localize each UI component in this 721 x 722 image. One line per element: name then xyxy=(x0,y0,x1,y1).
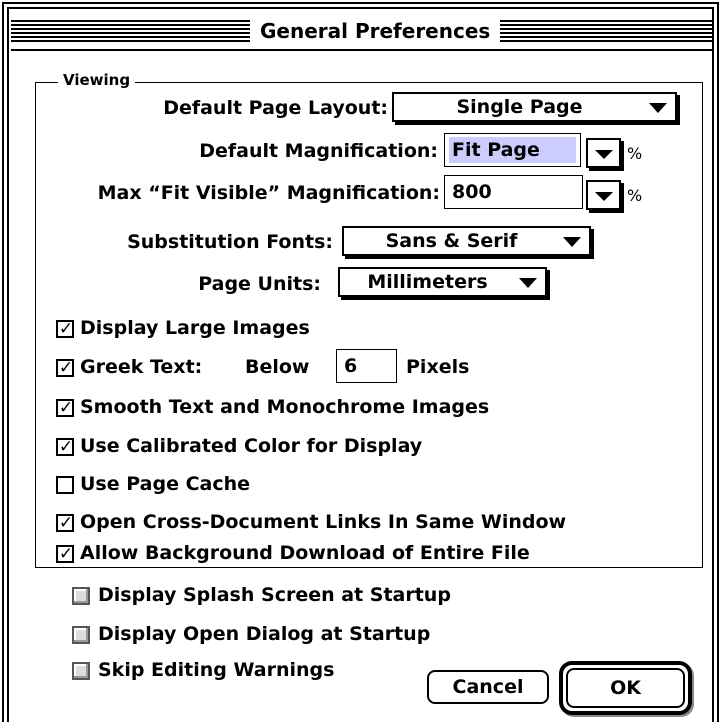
calibrated-color-checkbox[interactable]: ✓ xyxy=(56,437,74,457)
general-preferences-dialog: General Preferences Viewing Default Page… xyxy=(0,0,721,722)
chevron-down-icon xyxy=(649,103,667,113)
default-page-layout-value: Single Page xyxy=(456,96,583,118)
greek-text-label[interactable]: Greek Text: xyxy=(80,355,202,379)
substitution-fonts-popup[interactable]: Sans & Serif xyxy=(342,226,591,256)
chevron-down-icon xyxy=(519,278,537,288)
page-units-label: Page Units: xyxy=(198,273,321,295)
checkmark-icon: ✓ xyxy=(58,437,74,457)
use-page-cache-checkbox[interactable] xyxy=(56,476,74,494)
calibrated-color-label[interactable]: Use Calibrated Color for Display xyxy=(80,434,422,458)
checkmark-icon: ✓ xyxy=(58,544,74,564)
skip-editing-warnings-checkbox[interactable] xyxy=(72,662,90,680)
max-fit-visible-label: Max “Fit Visible” Magnification: xyxy=(97,182,440,204)
display-large-images-label[interactable]: Display Large Images xyxy=(80,316,310,340)
page-units-popup[interactable]: Millimeters xyxy=(338,267,547,297)
background-download-checkbox[interactable]: ✓ xyxy=(56,544,74,564)
default-page-layout-popup[interactable]: Single Page xyxy=(392,92,677,122)
cross-document-links-checkbox[interactable]: ✓ xyxy=(56,513,74,533)
cross-document-links-label[interactable]: Open Cross-Document Links In Same Window xyxy=(80,510,566,534)
default-magnification-menu-button[interactable] xyxy=(586,138,621,168)
max-fit-visible-field[interactable]: 800 xyxy=(444,175,583,209)
greek-text-pixels-field[interactable]: 6 xyxy=(336,349,397,383)
checkmark-icon: ✓ xyxy=(58,319,74,339)
greek-text-pixels-value: 6 xyxy=(344,355,358,377)
ok-button[interactable]: OK xyxy=(566,668,685,708)
default-magnification-value: Fit Page xyxy=(449,137,576,163)
chevron-down-icon xyxy=(595,150,613,159)
window-title: General Preferences xyxy=(250,15,501,47)
skip-editing-warnings-label[interactable]: Skip Editing Warnings xyxy=(98,658,334,682)
default-magnification-unit: % xyxy=(627,144,643,163)
substitution-fonts-label: Substitution Fonts: xyxy=(127,231,333,253)
splash-screen-label[interactable]: Display Splash Screen at Startup xyxy=(98,583,451,607)
use-page-cache-label[interactable]: Use Page Cache xyxy=(80,472,250,496)
substitution-fonts-value: Sans & Serif xyxy=(385,230,518,252)
background-download-label[interactable]: Allow Background Download of Entire File xyxy=(80,541,530,565)
checkmark-icon: ✓ xyxy=(58,398,74,418)
display-large-images-checkbox[interactable]: ✓ xyxy=(56,319,74,339)
smooth-text-label[interactable]: Smooth Text and Monochrome Images xyxy=(80,395,489,419)
open-dialog-label[interactable]: Display Open Dialog at Startup xyxy=(98,622,430,646)
splash-screen-checkbox[interactable] xyxy=(72,587,90,605)
max-fit-visible-value: 800 xyxy=(452,181,492,203)
default-page-layout-label: Default Page Layout: xyxy=(163,97,388,119)
checkmark-icon: ✓ xyxy=(58,358,74,378)
smooth-text-checkbox[interactable]: ✓ xyxy=(56,398,74,418)
greek-text-below-label: Below xyxy=(245,356,310,378)
max-fit-visible-menu-button[interactable] xyxy=(586,180,621,210)
checkmark-icon: ✓ xyxy=(58,513,74,533)
open-dialog-checkbox[interactable] xyxy=(72,626,90,644)
greek-text-pixels-label: Pixels xyxy=(406,356,470,378)
chevron-down-icon xyxy=(563,237,581,247)
page-units-value: Millimeters xyxy=(367,271,488,293)
greek-text-checkbox[interactable]: ✓ xyxy=(56,358,74,378)
chevron-down-icon xyxy=(595,192,613,201)
viewing-group-title: Viewing xyxy=(58,71,136,89)
max-fit-visible-unit: % xyxy=(627,186,643,205)
default-magnification-label: Default Magnification: xyxy=(199,140,438,162)
title-bar[interactable]: General Preferences xyxy=(11,11,712,51)
cancel-button[interactable]: Cancel xyxy=(427,670,549,704)
default-magnification-field[interactable]: Fit Page xyxy=(444,133,581,167)
